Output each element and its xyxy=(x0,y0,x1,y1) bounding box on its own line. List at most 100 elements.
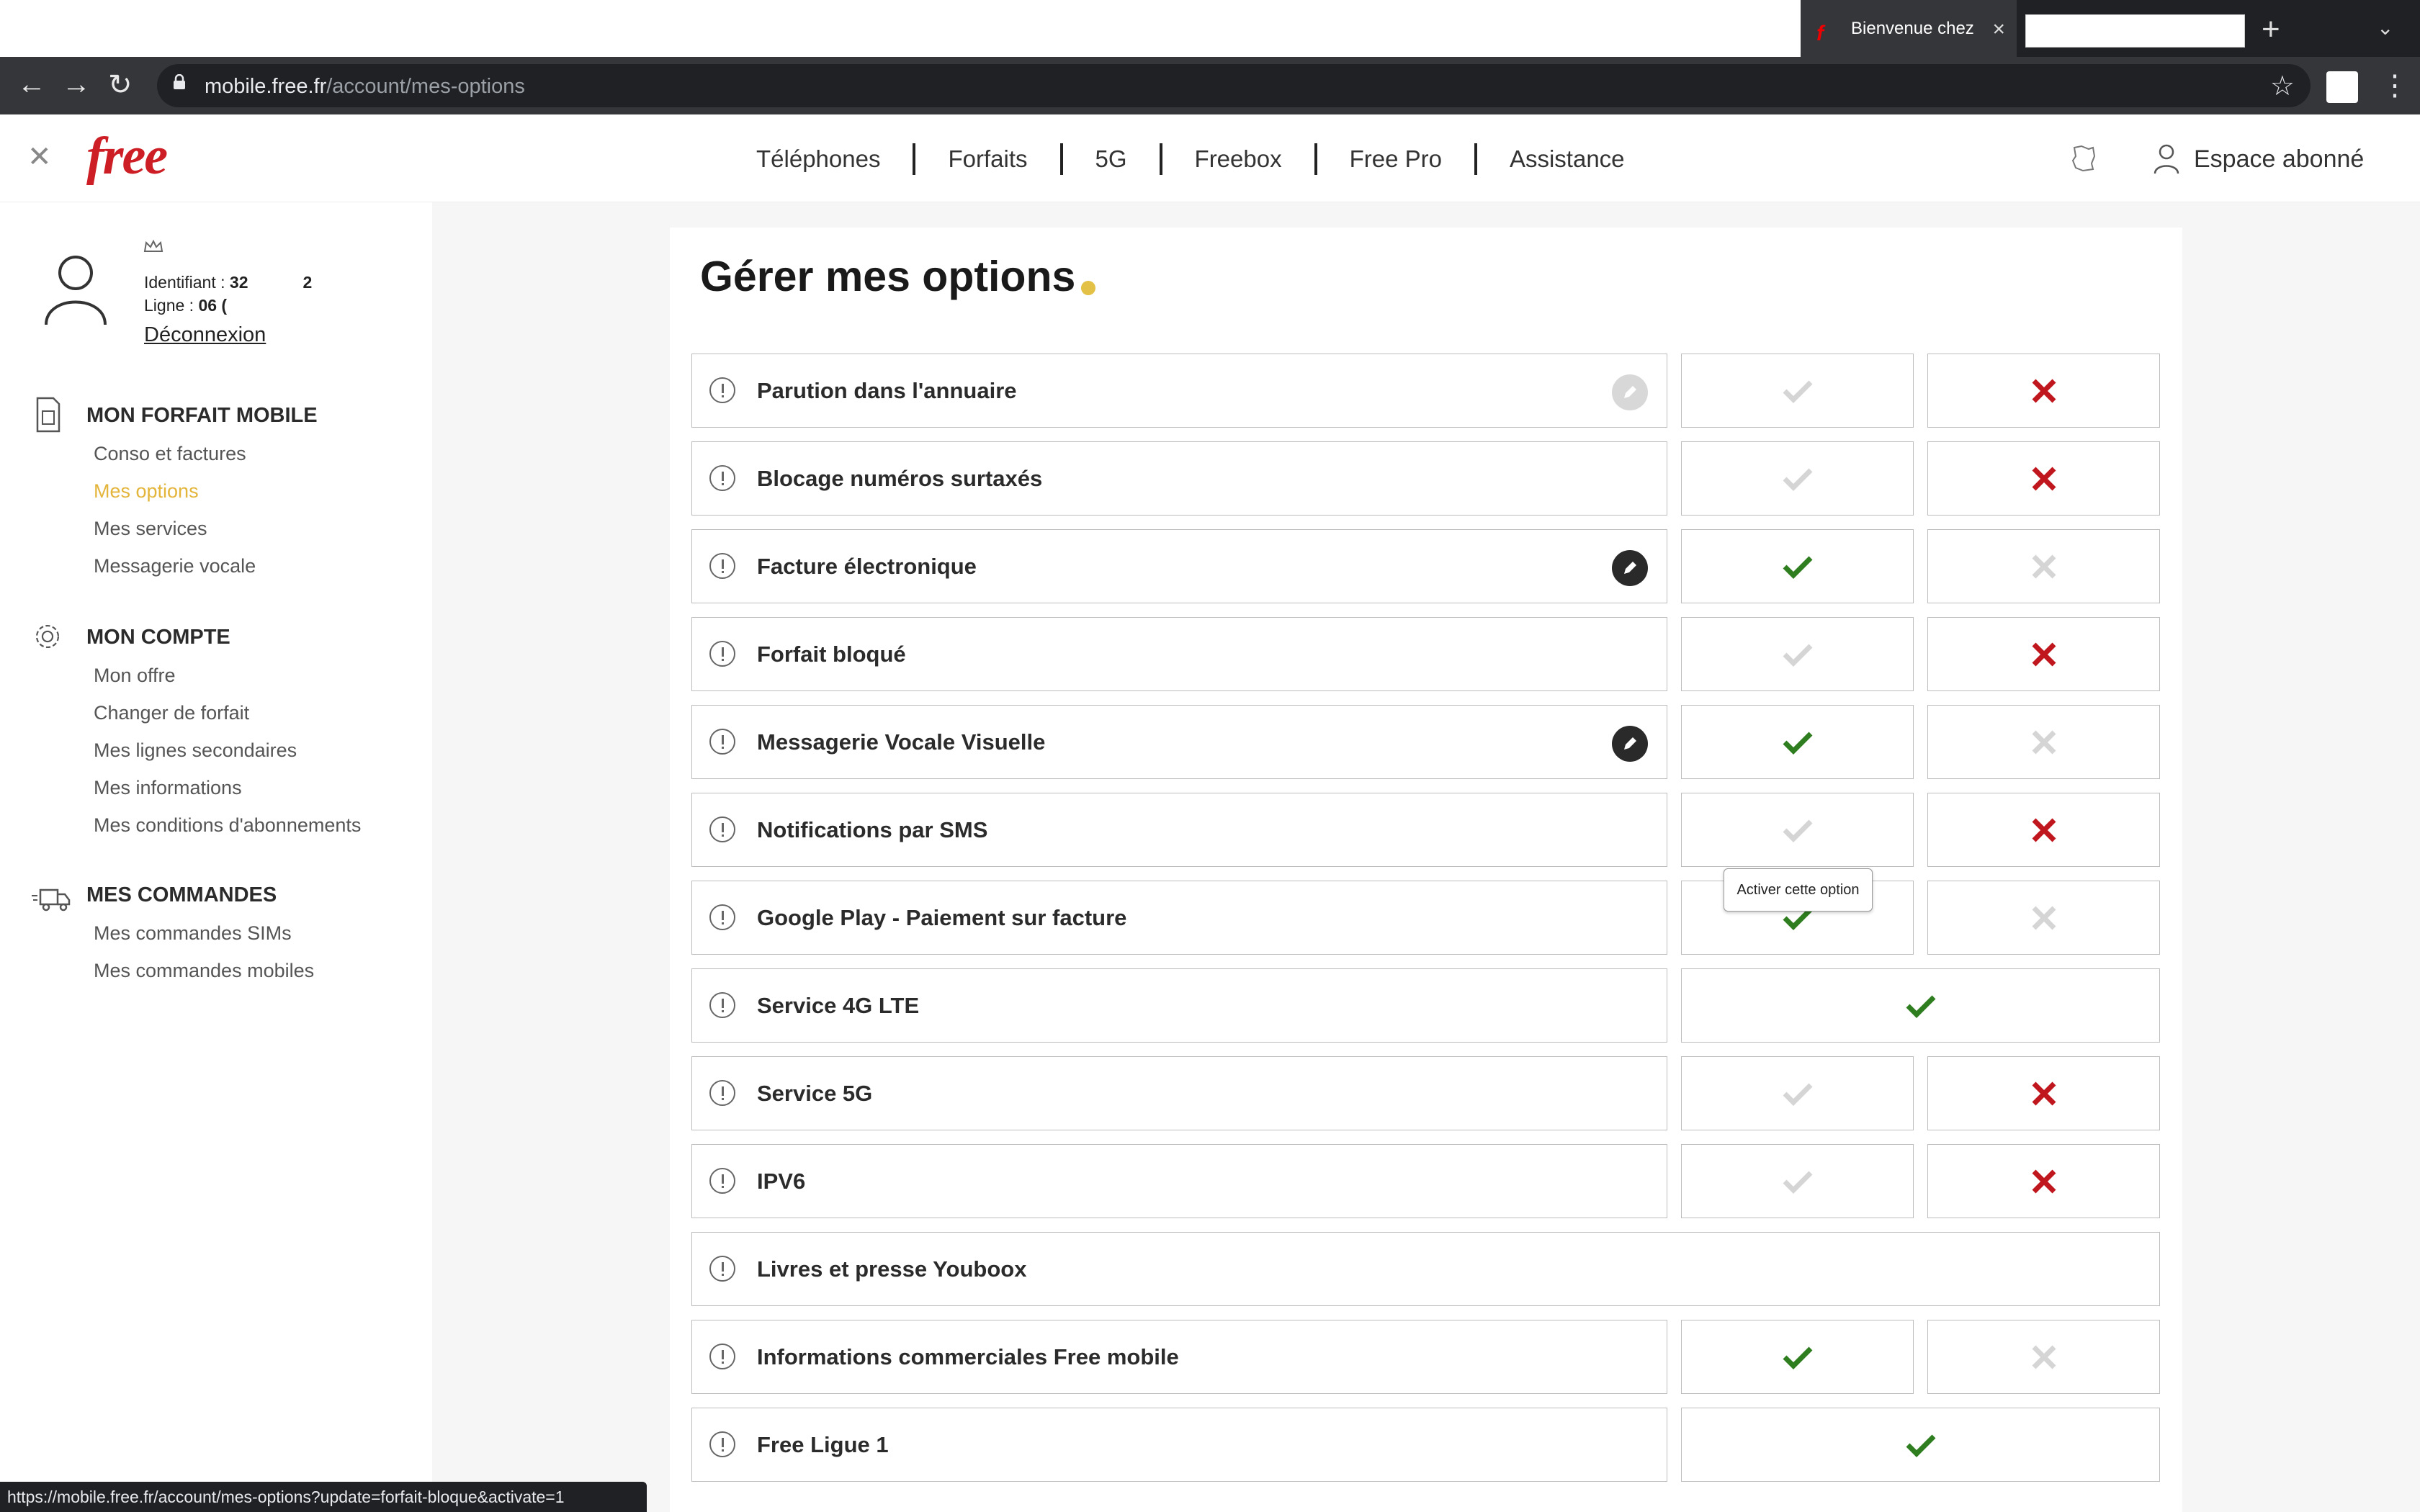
activate-option-button[interactable] xyxy=(1681,1144,1914,1218)
nav-forfaits[interactable]: Forfaits xyxy=(948,145,1027,173)
info-icon[interactable] xyxy=(709,816,735,842)
sidebar-item-mes-informations[interactable]: Mes informations xyxy=(94,777,242,799)
tab-search-field[interactable] xyxy=(2025,14,2245,48)
sidebar-item-messagerie-vocale[interactable]: Messagerie vocale xyxy=(94,555,256,577)
option-label: Livres et presse Youboox xyxy=(757,1256,1027,1282)
url-host: mobile.free.fr xyxy=(205,75,327,98)
option-name-cell: Forfait bloqué xyxy=(691,617,1667,691)
nav-assistance[interactable]: Assistance xyxy=(1510,145,1625,173)
deactivate-option-button[interactable] xyxy=(1927,793,2160,867)
france-map-icon[interactable] xyxy=(2067,142,2099,174)
browser-menu-icon[interactable]: ⋮ xyxy=(2380,69,2409,102)
info-icon[interactable] xyxy=(709,1168,735,1194)
deactivate-option-button[interactable] xyxy=(1927,705,2160,779)
new-tab-icon[interactable]: + xyxy=(2262,12,2280,48)
deactivate-option-button[interactable] xyxy=(1927,617,2160,691)
option-row: Messagerie Vocale Visuelle xyxy=(691,705,2161,779)
page-title: Gérer mes options xyxy=(700,252,1096,301)
deactivate-option-button[interactable] xyxy=(1927,1056,2160,1130)
page-title-text: Gérer mes options xyxy=(700,253,1076,300)
forward-icon[interactable]: → xyxy=(62,68,91,101)
sidebar-item-mes-lignes-secondaires[interactable]: Mes lignes secondaires xyxy=(94,739,297,762)
activate-option-button[interactable] xyxy=(1681,705,1914,779)
sidebar-item-mon-offre[interactable]: Mon offre xyxy=(94,665,176,687)
activate-option-button[interactable] xyxy=(1681,1320,1914,1394)
identifiant-extra: 2 xyxy=(302,273,313,292)
tab-list-chevron-icon[interactable]: ⌄ xyxy=(2377,16,2393,40)
edit-button[interactable] xyxy=(1612,550,1648,586)
browser-tab[interactable]: f Bienvenue chez × xyxy=(1801,0,2017,57)
info-icon[interactable] xyxy=(709,729,735,755)
nav-free-pro[interactable]: Free Pro xyxy=(1350,145,1442,173)
option-label: Messagerie Vocale Visuelle xyxy=(757,729,1046,755)
nav-5g[interactable]: 5G xyxy=(1095,145,1127,173)
edit-button[interactable] xyxy=(1612,726,1648,762)
sidebar-item-mes-conditions[interactable]: Mes conditions d'abonnements xyxy=(94,814,361,837)
activate-option-button[interactable] xyxy=(1681,617,1914,691)
activate-option-button[interactable] xyxy=(1681,793,1914,867)
free-favicon-icon: f xyxy=(1816,22,1824,45)
option-label: Notifications par SMS xyxy=(757,817,988,842)
deactivate-option-button[interactable] xyxy=(1927,1144,2160,1218)
status-bar-url: https://mobile.free.fr/account/mes-optio… xyxy=(0,1482,647,1512)
deactivate-option-button[interactable] xyxy=(1927,529,2160,603)
tab-close-icon[interactable]: × xyxy=(1992,17,2005,42)
ligne-label: Ligne : xyxy=(144,296,194,315)
nav-freebox[interactable]: Freebox xyxy=(1195,145,1282,173)
info-icon[interactable] xyxy=(709,904,735,930)
tab-title: Bienvenue chez xyxy=(1851,18,1973,38)
info-icon[interactable] xyxy=(709,377,735,403)
info-icon[interactable] xyxy=(709,465,735,491)
url-text: mobile.free.fr/account/mes-options xyxy=(205,75,525,99)
option-row: Service 5G xyxy=(691,1056,2161,1130)
nav-separator xyxy=(913,143,916,175)
sidebar-item-conso-et-factures[interactable]: Conso et factures xyxy=(94,443,246,465)
deactivate-option-button[interactable] xyxy=(1927,881,2160,955)
info-icon[interactable] xyxy=(709,1431,735,1457)
cross-inactive-icon xyxy=(2032,730,2056,754)
bookmark-star-icon[interactable]: ☆ xyxy=(2270,70,2295,102)
option-label: Service 5G xyxy=(757,1081,873,1106)
delivery-truck-icon xyxy=(32,888,71,912)
info-icon[interactable] xyxy=(709,1256,735,1282)
deactivate-option-button[interactable] xyxy=(1927,1320,2160,1394)
tooltip: Activer cette option xyxy=(1724,868,1873,912)
section-mon-forfait-mobile: MON FORFAIT MOBILE xyxy=(86,404,318,427)
account-link[interactable]: Espace abonné xyxy=(2152,143,2364,175)
check-active-icon xyxy=(1783,1346,1812,1369)
activate-option-button[interactable] xyxy=(1681,529,1914,603)
section-mon-compte: MON COMPTE xyxy=(86,626,230,649)
check-active-icon xyxy=(1906,1434,1935,1457)
activate-option-button[interactable] xyxy=(1681,1056,1914,1130)
info-icon[interactable] xyxy=(709,1344,735,1369)
option-row: Free Ligue 1 xyxy=(691,1408,2161,1482)
nav-telephones[interactable]: Téléphones xyxy=(756,145,880,173)
option-row: Informations commerciales Free mobile xyxy=(691,1320,2161,1394)
activate-option-button[interactable] xyxy=(1681,354,1914,428)
back-icon[interactable]: ← xyxy=(17,68,46,101)
info-icon[interactable] xyxy=(709,641,735,667)
sidebar-item-mes-commandes-sims[interactable]: Mes commandes SIMs xyxy=(94,922,292,945)
deactivate-option-button[interactable] xyxy=(1927,441,2160,516)
nav-separator xyxy=(1314,143,1317,175)
activate-option-button[interactable] xyxy=(1681,441,1914,516)
option-name-cell: Facture électronique xyxy=(691,529,1667,603)
info-icon[interactable] xyxy=(709,992,735,1018)
logout-link[interactable]: Déconnexion xyxy=(144,323,266,347)
option-included-cell xyxy=(1681,968,2160,1043)
check-active-icon xyxy=(1783,732,1812,755)
deactivate-option-button[interactable] xyxy=(1927,354,2160,428)
sidebar-item-mes-options[interactable]: Mes options xyxy=(94,480,199,503)
close-menu-icon[interactable]: ✕ xyxy=(27,140,52,174)
extension-icon[interactable] xyxy=(2326,71,2358,103)
sidebar-item-mes-services[interactable]: Mes services xyxy=(94,518,207,540)
reload-icon[interactable]: ↻ xyxy=(108,68,133,102)
info-icon[interactable] xyxy=(709,1080,735,1106)
info-icon[interactable] xyxy=(709,553,735,579)
address-bar[interactable]: mobile.free.fr/account/mes-options ☆ xyxy=(157,64,2311,107)
crown-icon xyxy=(143,239,163,252)
check-inactive-icon xyxy=(1783,1171,1812,1194)
sidebar-item-changer-de-forfait[interactable]: Changer de forfait xyxy=(94,702,249,724)
free-logo[interactable]: free xyxy=(86,126,168,187)
sidebar-item-mes-commandes-mobiles[interactable]: Mes commandes mobiles xyxy=(94,960,314,982)
